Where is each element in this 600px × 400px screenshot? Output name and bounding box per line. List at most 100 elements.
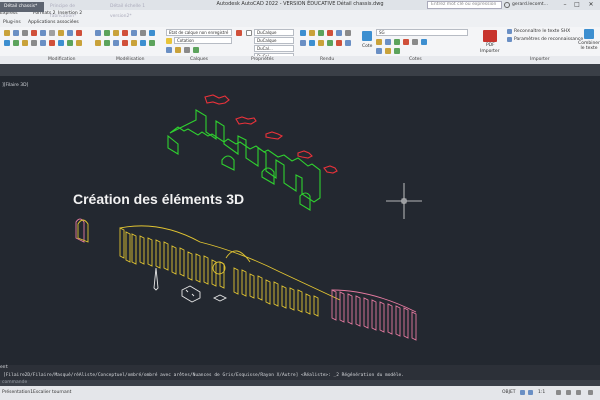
stretch-icon[interactable] — [22, 40, 28, 46]
materials-icon[interactable] — [318, 30, 324, 36]
lengthen-icon[interactable] — [76, 40, 82, 46]
tab-plug-ins[interactable]: Plug-ins — [3, 20, 21, 25]
sphere-icon[interactable] — [104, 40, 110, 46]
leader-icon[interactable] — [376, 39, 382, 45]
panel-label-modelisation[interactable]: Modélisation — [116, 57, 144, 62]
workspace-icon[interactable] — [566, 390, 571, 395]
texture-icon[interactable] — [318, 40, 324, 46]
search-icon[interactable] — [504, 2, 510, 8]
multileader-icon[interactable] — [376, 48, 382, 54]
exposure-icon[interactable] — [336, 40, 342, 46]
color-dropdown[interactable]: DuCalque — [254, 29, 294, 36]
annotation-scale[interactable]: 1:1 — [538, 390, 545, 395]
minimize-icon[interactable]: – — [560, 0, 570, 10]
match-properties-icon[interactable] — [236, 30, 242, 36]
explode-icon[interactable] — [31, 40, 37, 46]
dimstyle-dropdown[interactable]: SG — [376, 29, 468, 36]
thicken-icon[interactable] — [149, 40, 155, 46]
panel-label-calques[interactable]: Calques — [190, 57, 208, 62]
shx-icon[interactable] — [507, 29, 512, 34]
render-window-icon[interactable] — [309, 40, 315, 46]
light-icon[interactable] — [309, 30, 315, 36]
recognize-shx-button[interactable]: Reconnaître le texte SHX — [514, 29, 570, 34]
baseline-dim-icon[interactable] — [394, 39, 400, 45]
settings-icon[interactable] — [507, 37, 512, 42]
combine-text-icon[interactable] — [584, 29, 594, 39]
offset-icon[interactable] — [76, 30, 82, 36]
shadow-icon[interactable] — [327, 40, 333, 46]
revolve-icon[interactable] — [113, 30, 119, 36]
table-icon[interactable] — [394, 48, 400, 54]
combine-text-button[interactable]: Combiner le texte — [578, 41, 600, 51]
lens-icon[interactable] — [345, 40, 351, 46]
visualstyle-icon[interactable] — [345, 30, 351, 36]
array-icon[interactable] — [67, 30, 73, 36]
tolerance-icon[interactable] — [412, 39, 418, 45]
environment-icon[interactable] — [300, 40, 306, 46]
move-icon[interactable] — [4, 30, 10, 36]
recognition-settings-button[interactable]: Paramètres de reconnaissance — [514, 37, 583, 42]
customize-icon[interactable] — [588, 390, 593, 395]
layer-freeze-icon[interactable] — [175, 47, 181, 53]
pdf-label[interactable]: PDF — [486, 43, 495, 48]
maximize-icon[interactable]: □ — [572, 0, 582, 10]
copy-icon[interactable] — [13, 30, 19, 36]
panel-label-modification[interactable]: Modification — [48, 57, 75, 62]
layer-match-icon[interactable] — [193, 47, 199, 53]
layer-lock-icon[interactable] — [184, 47, 190, 53]
erase-icon[interactable] — [49, 40, 55, 46]
slice-icon[interactable] — [122, 40, 128, 46]
extrude-icon[interactable] — [104, 30, 110, 36]
lineweight-dropdown[interactable]: DuCal... — [254, 45, 294, 52]
extend-icon[interactable] — [40, 30, 46, 36]
search-input[interactable]: Entrez mot clé ou expression — [427, 1, 502, 9]
linetype-dropdown[interactable]: DuCalque — [254, 37, 294, 44]
grid-icon[interactable] — [520, 390, 525, 395]
presspull-icon[interactable] — [113, 40, 119, 46]
snap-icon[interactable] — [528, 390, 533, 395]
render-icon[interactable] — [300, 30, 306, 36]
break-icon[interactable] — [58, 40, 64, 46]
loft-icon[interactable] — [122, 30, 128, 36]
user-account[interactable]: gerard.lecomt... — [512, 2, 548, 7]
dimension-icon[interactable] — [362, 31, 372, 41]
subtract-icon[interactable] — [149, 30, 155, 36]
panel-label-cotes[interactable]: Cotes — [409, 57, 422, 62]
camera-icon[interactable] — [336, 30, 342, 36]
cylinder-icon[interactable] — [95, 40, 101, 46]
layer-properties-icon[interactable] — [166, 47, 172, 53]
layout-tab-escalier-tournant[interactable]: Escalier tournant — [33, 390, 71, 395]
rotate-icon[interactable] — [22, 30, 28, 36]
doc-tab-detail-chassis[interactable]: Détail chassis* — [0, 2, 44, 12]
layout-tab-presentation1[interactable]: Présentation1 — [2, 390, 33, 395]
box-icon[interactable] — [95, 30, 101, 36]
fullscreen-icon[interactable] — [576, 390, 581, 395]
gear-icon[interactable] — [556, 390, 561, 395]
panel-label-importer[interactable]: Importer — [530, 57, 550, 62]
join-icon[interactable] — [40, 40, 46, 46]
importer-label[interactable]: Importer — [480, 49, 500, 54]
color-swatch-icon[interactable] — [246, 30, 252, 36]
doc-tab-principe-fabrication[interactable]: Principe de fabrication* — [46, 2, 102, 19]
sweep-icon[interactable] — [131, 30, 137, 36]
fillet-icon[interactable] — [4, 40, 10, 46]
pdf-import-icon[interactable] — [483, 30, 497, 42]
text-icon[interactable] — [385, 48, 391, 54]
scale-icon[interactable] — [58, 30, 64, 36]
center-mark-icon[interactable] — [403, 39, 409, 45]
close-icon[interactable]: ✕ — [586, 0, 596, 10]
panel-label-rendu[interactable]: Rendu — [320, 57, 334, 62]
union-icon[interactable] — [140, 30, 146, 36]
layer-dropdown[interactable]: Cotation — [174, 37, 232, 44]
shell-icon[interactable] — [140, 40, 146, 46]
dim-update-icon[interactable] — [421, 39, 427, 45]
intersect-icon[interactable] — [131, 40, 137, 46]
mirror-icon[interactable] — [49, 30, 55, 36]
sun-icon[interactable] — [327, 30, 333, 36]
panel-label-proprietes[interactable]: Propriétés — [251, 57, 274, 62]
align-icon[interactable] — [67, 40, 73, 46]
object-snap-toggle[interactable]: OBJET — [502, 390, 516, 395]
layer-bulb-icon[interactable] — [166, 38, 172, 44]
chamfer-icon[interactable] — [13, 40, 19, 46]
continue-dim-icon[interactable] — [385, 39, 391, 45]
